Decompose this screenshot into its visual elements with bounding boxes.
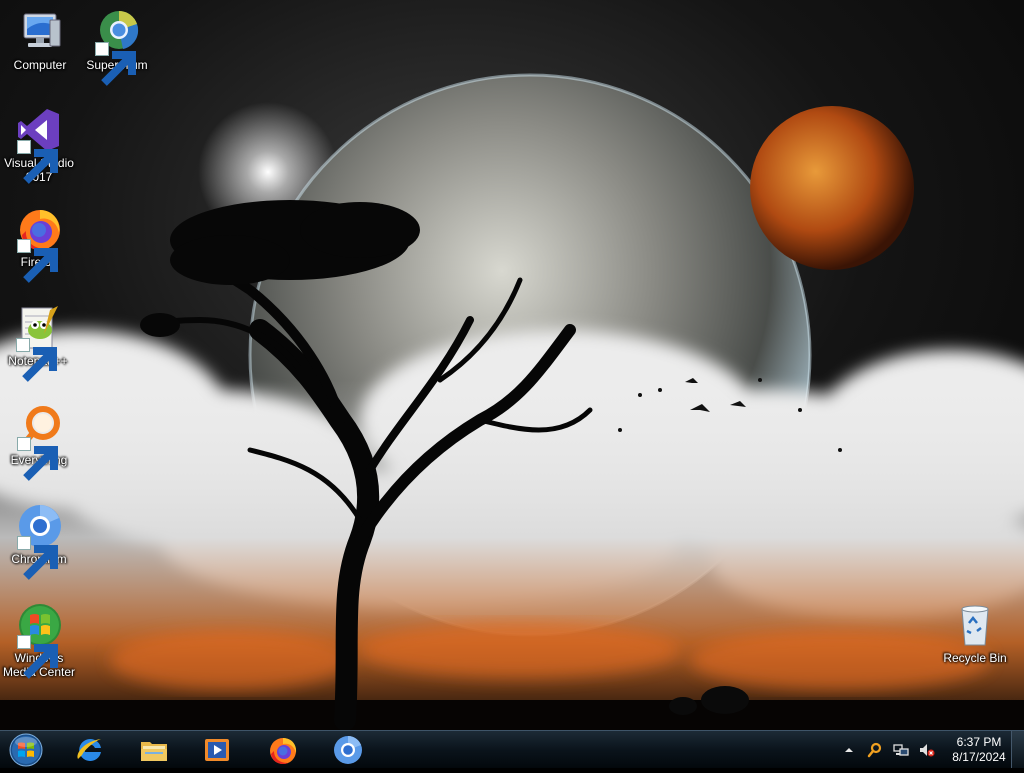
desktop-icon-firefox[interactable]: Firefox: [1, 205, 77, 283]
shortcut-arrow-icon: [17, 536, 58, 580]
chromium-icon: [334, 736, 362, 764]
taskbar: 6:37 PM 8/17/2024: [0, 730, 1024, 768]
desktop-icon-everything[interactable]: Everything: [1, 403, 77, 481]
desktop-icon-media-center[interactable]: Windows Media Center: [1, 601, 77, 679]
system-tray: 6:37 PM 8/17/2024: [836, 731, 1010, 768]
supermium-icon: [93, 8, 141, 86]
folder-icon: [141, 742, 167, 761]
desktop-icon-label: Computer: [13, 58, 67, 72]
desktop-icon-visual-studio[interactable]: Visual Studio 2017: [1, 106, 77, 184]
shortcut-arrow-icon: [95, 42, 136, 86]
taskbar-chromium[interactable]: [324, 732, 372, 768]
tray-network[interactable]: [892, 741, 910, 759]
internet-explorer-icon: [77, 738, 101, 761]
desktop-wallpaper: [0, 0, 1024, 730]
chevron-up-icon: [845, 747, 853, 752]
visual-studio-icon: [15, 106, 63, 184]
firefox-icon: [270, 738, 297, 764]
taskbar-firefox[interactable]: [259, 732, 307, 768]
show-hidden-icons-button[interactable]: [840, 741, 858, 759]
shortcut-arrow-icon: [17, 635, 58, 679]
desktop-icon-chromium[interactable]: Chromium: [1, 502, 77, 580]
desktop-icon-computer[interactable]: Computer: [2, 8, 78, 72]
search-icon: [867, 742, 882, 757]
shortcut-arrow-icon: [16, 338, 57, 382]
shortcut-arrow-icon: [17, 437, 58, 481]
desktop-icon-notepadpp[interactable]: Notepad++: [0, 304, 76, 382]
computer-icon: [16, 8, 64, 56]
tray-search[interactable]: [866, 741, 884, 759]
chromium-icon: [15, 502, 63, 580]
tray-volume[interactable]: [918, 741, 936, 759]
taskbar-media-player[interactable]: [193, 732, 241, 768]
show-desktop-button[interactable]: [1011, 731, 1024, 768]
media-center-icon: [15, 601, 63, 679]
notepadpp-icon: [14, 304, 62, 382]
volume-muted-icon: [920, 743, 935, 756]
recycle-bin-icon: [951, 601, 999, 649]
taskbar-internet-explorer[interactable]: [66, 732, 114, 768]
clock-time: 6:37 PM: [956, 734, 1002, 749]
taskbar-file-explorer[interactable]: [130, 732, 178, 768]
firefox-icon: [15, 205, 63, 283]
start-button[interactable]: [6, 732, 46, 768]
desktop-icon-label: Recycle Bin: [943, 651, 1007, 665]
media-player-icon: [205, 739, 229, 761]
clock-date: 8/17/2024: [952, 749, 1006, 764]
shortcut-arrow-icon: [17, 140, 58, 184]
everything-icon: [15, 403, 63, 481]
windows-orb-icon: [9, 733, 43, 767]
shortcut-arrow-icon: [17, 239, 58, 283]
network-icon: [893, 743, 909, 756]
desktop-icon-recycle-bin[interactable]: Recycle Bin: [937, 601, 1013, 665]
taskbar-clock[interactable]: 6:37 PM 8/17/2024: [948, 735, 1010, 765]
desktop-icon-supermium[interactable]: Supermium: [79, 8, 155, 86]
